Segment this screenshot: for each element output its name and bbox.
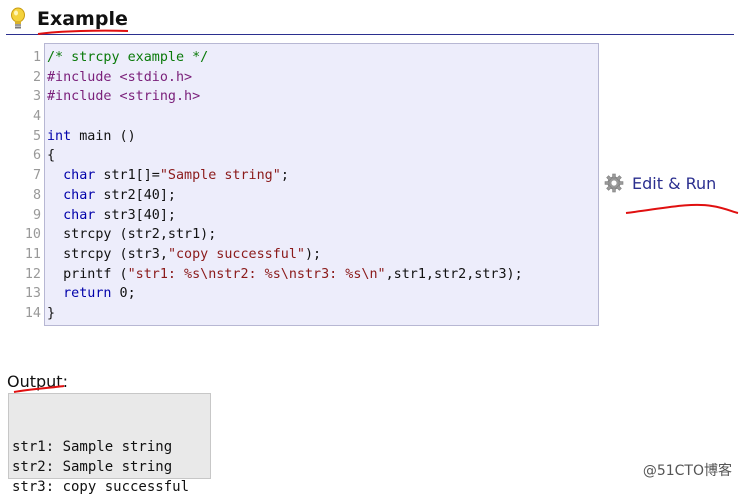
code-line: return 0;: [47, 284, 523, 304]
section-header: Example: [6, 6, 734, 35]
code-token: str2[40];: [95, 187, 176, 203]
gear-icon: [604, 173, 624, 193]
line-number: 6: [32, 148, 41, 164]
output-text: str1: Sample string str2: Sample string st…: [12, 417, 189, 497]
code-line: }: [47, 304, 523, 324]
code-token: );: [305, 246, 322, 262]
line-number: 14: [24, 305, 41, 321]
code-token: return: [63, 286, 112, 302]
line-number: 7: [32, 168, 41, 184]
edit-run-link[interactable]: Edit & Run: [604, 172, 716, 194]
code-line: /* strcpy example */: [47, 48, 523, 68]
line-number: 5: [32, 128, 41, 144]
underline-annotation-edit-run: [625, 203, 739, 214]
code-token: printf (: [47, 266, 128, 282]
page-title: Example: [37, 8, 128, 30]
watermark: @51CTO博客: [642, 463, 732, 479]
code-token: {: [47, 148, 56, 164]
code-line: strcpy (str3,"copy successful");: [47, 245, 523, 265]
code-token: ;: [280, 168, 289, 184]
code-lines: /* strcpy example */ #include <stdio.h> #i…: [47, 48, 523, 324]
code-token: ,str1,str2,str3);: [385, 266, 523, 282]
code-line: #include <stdio.h>: [47, 68, 523, 88]
line-number: 9: [32, 207, 41, 223]
code-token: "str1: %s\nstr2: %s\nstr3: %s\n": [127, 266, 386, 282]
code-token: #include <string.h>: [47, 89, 201, 105]
code-token: #include <stdio.h>: [47, 69, 193, 85]
code-line: char str3[40];: [47, 206, 523, 226]
line-number-gutter: 1 2 3 4 5 6 7 8 9 10 11 12 13 14: [14, 48, 41, 324]
code-token: 0;: [111, 286, 136, 302]
code-token: "Sample string": [159, 168, 281, 184]
code-token: }: [47, 305, 56, 321]
code-token: /* strcpy example */: [47, 50, 209, 65]
code-line: char str2[40];: [47, 186, 523, 206]
code-line: {: [47, 146, 523, 166]
code-token: char: [63, 168, 96, 184]
code-token: char: [63, 207, 96, 223]
code-token: main (): [71, 128, 136, 144]
line-number: 11: [24, 246, 41, 262]
code-line: char str1[]="Sample string";: [47, 166, 523, 186]
line-number: 3: [32, 89, 41, 105]
lightbulb-icon: [11, 7, 25, 29]
line-number: 2: [32, 69, 41, 85]
line-number: 10: [24, 227, 41, 243]
line-number: 4: [32, 109, 41, 125]
code-line: printf ("str1: %s\nstr2: %s\nstr3: %s\n"…: [47, 265, 523, 285]
code-line: strcpy (str2,str1);: [47, 225, 523, 245]
code-token: strcpy (str3,: [47, 246, 168, 262]
output-line: str1: Sample string: [12, 439, 173, 455]
line-number: 1: [32, 50, 41, 65]
code-token: "copy successful": [167, 246, 305, 262]
line-number: 13: [24, 286, 41, 302]
output-label: Output:: [7, 372, 68, 391]
line-number: 12: [24, 266, 41, 282]
code-token: strcpy (str2,str1);: [47, 227, 217, 243]
output-line: str3: copy successful: [12, 479, 190, 495]
output-line: str2: Sample string: [12, 459, 173, 475]
edit-run-label: Edit & Run: [632, 173, 717, 193]
code-token: char: [63, 187, 96, 203]
code-line: int main (): [47, 127, 523, 147]
code-token: int: [47, 128, 72, 144]
code-token: str1[]=: [95, 168, 160, 184]
code-line: #include <string.h>: [47, 87, 523, 107]
line-number: 8: [32, 187, 41, 203]
code-token: str3[40];: [95, 207, 176, 223]
